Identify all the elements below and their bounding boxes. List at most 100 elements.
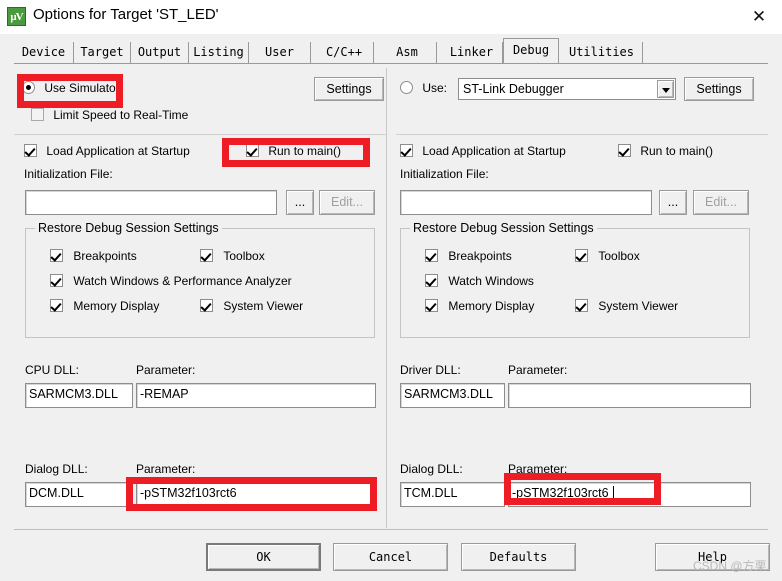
left-load-app-checkbox[interactable] [24, 144, 37, 157]
cpu-parameter-label: Parameter: [136, 363, 196, 377]
csdn-watermark: CSDN @方栗 [693, 559, 767, 573]
right-toolbox-option[interactable]: Toolbox [575, 249, 640, 263]
use-simulator-option[interactable]: Use Simulator [22, 81, 120, 95]
cancel-button[interactable]: Cancel [333, 543, 448, 571]
right-separator [396, 134, 768, 135]
right-system-viewer-checkbox[interactable] [575, 299, 588, 312]
footer-divider [14, 529, 768, 530]
left-separator [14, 134, 386, 135]
right-run-to-main-option[interactable]: Run to main() [618, 144, 713, 158]
right-restore-group-label: Restore Debug Session Settings [410, 221, 597, 235]
right-dialog-dll-input[interactable]: TCM.DLL [400, 482, 505, 507]
driver-parameter-label: Parameter: [508, 363, 568, 377]
left-dialog-dll-label: Dialog DLL: [25, 462, 88, 476]
defaults-button[interactable]: Defaults [461, 543, 576, 571]
right-load-app-option[interactable]: Load Application at Startup [400, 144, 566, 158]
tab-utilities[interactable]: Utilities [561, 42, 643, 63]
tab-device[interactable]: Device [14, 42, 74, 63]
right-init-file-label: Initialization File: [400, 167, 489, 181]
left-restore-group-label: Restore Debug Session Settings [35, 221, 222, 235]
panel-divider [386, 68, 387, 528]
cpu-parameter-input[interactable]: -REMAP [136, 383, 376, 408]
left-watch-windows-option[interactable]: Watch Windows & Performance Analyzer [50, 274, 292, 288]
left-init-file-input[interactable] [25, 190, 277, 215]
use-debugger-radio[interactable] [400, 81, 413, 94]
left-dialog-parameter-label: Parameter: [136, 462, 196, 476]
left-browse-button[interactable]: ... [286, 190, 314, 215]
left-run-to-main-label: Run to main() [268, 144, 342, 158]
left-toolbox-label: Toolbox [223, 249, 265, 263]
use-simulator-label: Use Simulator [44, 81, 120, 95]
right-load-app-checkbox[interactable] [400, 144, 413, 157]
left-load-app-label: Load Application at Startup [46, 144, 190, 158]
right-watch-windows-option[interactable]: Watch Windows [425, 274, 534, 288]
right-toolbox-checkbox[interactable] [575, 249, 588, 262]
debugger-select[interactable]: ST-Link Debugger [458, 78, 676, 100]
use-debugger-label: Use: [422, 81, 448, 95]
right-dialog-parameter-input[interactable]: -pSTM32f103rct6 [508, 482, 751, 507]
simulator-settings-button[interactable]: Settings [314, 77, 384, 101]
dialog-footer: OK Cancel Defaults Help [0, 529, 782, 581]
right-run-to-main-label: Run to main() [640, 144, 714, 158]
cpu-dll-label: CPU DLL: [25, 363, 80, 377]
right-breakpoints-checkbox[interactable] [425, 249, 438, 262]
right-memory-display-checkbox[interactable] [425, 299, 438, 312]
left-breakpoints-checkbox[interactable] [50, 249, 63, 262]
right-edit-button: Edit... [693, 190, 749, 215]
left-run-to-main-checkbox[interactable] [246, 144, 259, 157]
tab-linker[interactable]: Linker [441, 42, 503, 63]
tab-cpp[interactable]: C/C++ [315, 42, 374, 63]
left-watch-windows-label: Watch Windows & Performance Analyzer [73, 274, 292, 288]
tab-user[interactable]: User [249, 42, 311, 63]
close-icon[interactable]: ✕ [736, 0, 782, 34]
right-init-file-input[interactable] [400, 190, 652, 215]
window-titlebar: μV Options for Target 'ST_LED' ✕ [0, 0, 782, 35]
left-system-viewer-checkbox[interactable] [200, 299, 213, 312]
right-system-viewer-option[interactable]: System Viewer [575, 299, 678, 313]
left-system-viewer-label: System Viewer [223, 299, 304, 313]
use-simulator-radio[interactable] [22, 81, 35, 94]
right-memory-display-option[interactable]: Memory Display [425, 299, 534, 313]
limit-speed-checkbox[interactable] [31, 108, 44, 121]
right-run-to-main-checkbox[interactable] [618, 144, 631, 157]
tab-output[interactable]: Output [131, 42, 189, 63]
tab-target[interactable]: Target [74, 42, 131, 63]
keil-uvision-icon: μV [7, 7, 26, 26]
left-system-viewer-option[interactable]: System Viewer [200, 299, 303, 313]
left-toolbox-option[interactable]: Toolbox [200, 249, 265, 263]
left-dialog-dll-input[interactable]: DCM.DLL [25, 482, 133, 507]
left-watch-windows-checkbox[interactable] [50, 274, 63, 287]
driver-dll-label: Driver DLL: [400, 363, 461, 377]
left-restore-group: Restore Debug Session Settings Breakpoin… [25, 221, 375, 338]
limit-speed-option[interactable]: Limit Speed to Real-Time [31, 108, 188, 122]
tab-asm[interactable]: Asm [378, 42, 437, 63]
right-watch-windows-checkbox[interactable] [425, 274, 438, 287]
right-browse-button[interactable]: ... [659, 190, 687, 215]
left-memory-display-option[interactable]: Memory Display [50, 299, 159, 313]
tab-listing[interactable]: Listing [189, 42, 249, 63]
driver-parameter-input[interactable] [508, 383, 751, 408]
cpu-dll-input[interactable]: SARMCM3.DLL [25, 383, 133, 408]
left-memory-display-checkbox[interactable] [50, 299, 63, 312]
text-caret [613, 486, 614, 503]
left-toolbox-checkbox[interactable] [200, 249, 213, 262]
right-dialog-parameter-label: Parameter: [508, 462, 568, 476]
left-dialog-parameter-input[interactable]: -pSTM32f103rct6 [136, 482, 376, 507]
right-restore-group: Restore Debug Session Settings Breakpoin… [400, 221, 750, 338]
left-breakpoints-option[interactable]: Breakpoints [50, 249, 137, 263]
tab-strip: Device Target Output Listing User C/C++ … [0, 34, 782, 64]
left-load-app-option[interactable]: Load Application at Startup [24, 144, 190, 158]
right-watch-windows-label: Watch Windows [448, 274, 534, 288]
left-edit-button: Edit... [319, 190, 375, 215]
chevron-down-icon[interactable] [657, 80, 674, 98]
right-breakpoints-label: Breakpoints [448, 249, 512, 263]
right-breakpoints-option[interactable]: Breakpoints [425, 249, 512, 263]
debugger-select-value: ST-Link Debugger [463, 82, 564, 96]
driver-dll-input[interactable]: SARMCM3.DLL [400, 383, 505, 408]
left-run-to-main-option[interactable]: Run to main() [246, 144, 341, 158]
use-debugger-option[interactable]: Use: [400, 81, 447, 95]
right-memory-display-label: Memory Display [448, 299, 535, 313]
debugger-settings-button[interactable]: Settings [684, 77, 754, 101]
ok-button[interactable]: OK [206, 543, 321, 571]
tab-debug[interactable]: Debug [503, 38, 559, 63]
